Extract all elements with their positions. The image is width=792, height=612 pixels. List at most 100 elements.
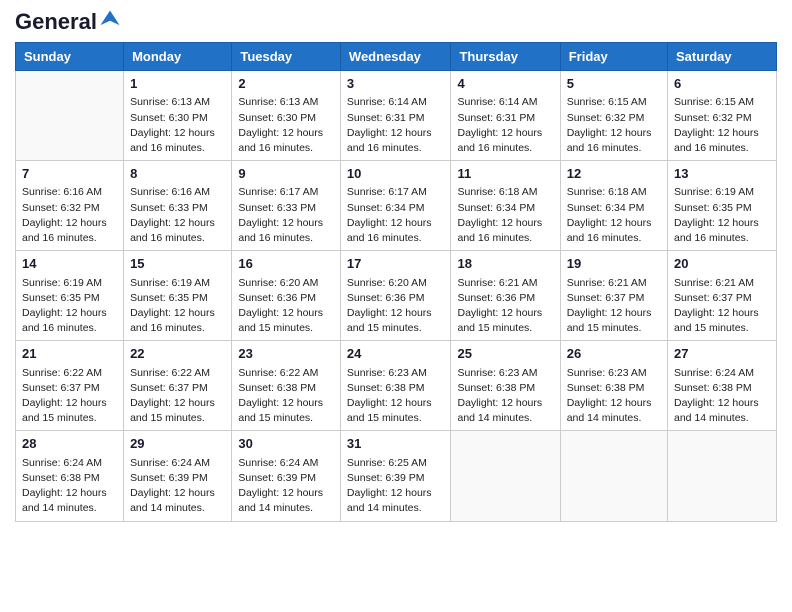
day-info: Sunrise: 6:21 AMSunset: 6:36 PMDaylight:… <box>457 276 553 337</box>
day-number: 26 <box>567 345 661 363</box>
day-info: Sunrise: 6:23 AMSunset: 6:38 PMDaylight:… <box>347 366 445 427</box>
day-number: 13 <box>674 165 770 183</box>
calendar-cell: 2 Sunrise: 6:13 AMSunset: 6:30 PMDaylight… <box>232 71 341 161</box>
day-number: 11 <box>457 165 553 183</box>
day-info: Sunrise: 6:24 AMSunset: 6:39 PMDaylight:… <box>238 456 334 517</box>
calendar-cell <box>668 431 777 521</box>
day-info: Sunrise: 6:22 AMSunset: 6:37 PMDaylight:… <box>22 366 117 427</box>
day-number: 16 <box>238 255 334 273</box>
week-row-1: 1 Sunrise: 6:13 AMSunset: 6:30 PMDaylight… <box>16 71 777 161</box>
calendar-cell: 5 Sunrise: 6:15 AMSunset: 6:32 PMDaylight… <box>560 71 667 161</box>
weekday-header-wednesday: Wednesday <box>340 43 451 71</box>
weekday-header-monday: Monday <box>124 43 232 71</box>
calendar-cell <box>16 71 124 161</box>
calendar-cell: 19 Sunrise: 6:21 AMSunset: 6:37 PMDayligh… <box>560 251 667 341</box>
week-row-5: 28 Sunrise: 6:24 AMSunset: 6:38 PMDayligh… <box>16 431 777 521</box>
calendar-cell: 18Sunrise: 6:21 AMSunset: 6:36 PMDayligh… <box>451 251 560 341</box>
day-number: 23 <box>238 345 334 363</box>
calendar-cell: 8 Sunrise: 6:16 AMSunset: 6:33 PMDaylight… <box>124 161 232 251</box>
calendar-cell: 17 Sunrise: 6:20 AMSunset: 6:36 PMDayligh… <box>340 251 451 341</box>
calendar-cell <box>560 431 667 521</box>
day-number: 14 <box>22 255 117 273</box>
calendar-cell: 10Sunrise: 6:17 AMSunset: 6:34 PMDayligh… <box>340 161 451 251</box>
day-info: Sunrise: 6:20 AMSunset: 6:36 PMDaylight:… <box>238 276 334 337</box>
day-number: 2 <box>238 75 334 93</box>
calendar-cell: 7Sunrise: 6:16 AMSunset: 6:32 PMDaylight… <box>16 161 124 251</box>
calendar-cell: 20Sunrise: 6:21 AMSunset: 6:37 PMDayligh… <box>668 251 777 341</box>
calendar-table: SundayMondayTuesdayWednesdayThursdayFrid… <box>15 42 777 521</box>
day-info: Sunrise: 6:16 AMSunset: 6:32 PMDaylight:… <box>22 185 117 246</box>
calendar-cell: 23 Sunrise: 6:22 AMSunset: 6:38 PMDayligh… <box>232 341 341 431</box>
day-info: Sunrise: 6:20 AMSunset: 6:36 PMDaylight:… <box>347 276 445 337</box>
day-info: Sunrise: 6:13 AMSunset: 6:30 PMDaylight:… <box>238 95 334 156</box>
weekday-header-sunday: Sunday <box>16 43 124 71</box>
calendar-cell: 11 Sunrise: 6:18 AMSunset: 6:34 PMDayligh… <box>451 161 560 251</box>
day-number: 17 <box>347 255 445 273</box>
calendar-cell: 4Sunrise: 6:14 AMSunset: 6:31 PMDaylight… <box>451 71 560 161</box>
day-number: 19 <box>567 255 661 273</box>
day-number: 3 <box>347 75 445 93</box>
weekday-header-tuesday: Tuesday <box>232 43 341 71</box>
day-number: 10 <box>347 165 445 183</box>
day-info: Sunrise: 6:24 AMSunset: 6:38 PMDaylight:… <box>674 366 770 427</box>
page: General SundayMondayTuesdayWednesdayThur… <box>0 0 792 612</box>
day-info: Sunrise: 6:16 AMSunset: 6:33 PMDaylight:… <box>130 185 225 246</box>
week-row-2: 7Sunrise: 6:16 AMSunset: 6:32 PMDaylight… <box>16 161 777 251</box>
week-row-4: 21 Sunrise: 6:22 AMSunset: 6:37 PMDayligh… <box>16 341 777 431</box>
day-info: Sunrise: 6:24 AMSunset: 6:39 PMDaylight:… <box>130 456 225 517</box>
day-number: 22 <box>130 345 225 363</box>
calendar-cell: 31 Sunrise: 6:25 AMSunset: 6:39 PMDayligh… <box>340 431 451 521</box>
day-info: Sunrise: 6:21 AMSunset: 6:37 PMDaylight:… <box>674 276 770 337</box>
calendar-cell: 12Sunrise: 6:18 AMSunset: 6:34 PMDayligh… <box>560 161 667 251</box>
logo: General <box>15 10 121 34</box>
logo-general: General <box>15 10 97 34</box>
day-info: Sunrise: 6:22 AMSunset: 6:37 PMDaylight:… <box>130 366 225 427</box>
calendar-cell <box>451 431 560 521</box>
day-number: 1 <box>130 75 225 93</box>
day-number: 9 <box>238 165 334 183</box>
day-info: Sunrise: 6:15 AMSunset: 6:32 PMDaylight:… <box>674 95 770 156</box>
day-info: Sunrise: 6:17 AMSunset: 6:33 PMDaylight:… <box>238 185 334 246</box>
calendar-cell: 13 Sunrise: 6:19 AMSunset: 6:35 PMDayligh… <box>668 161 777 251</box>
logo-bird-icon <box>99 9 121 31</box>
header: General <box>15 10 777 34</box>
day-info: Sunrise: 6:18 AMSunset: 6:34 PMDaylight:… <box>567 185 661 246</box>
day-number: 21 <box>22 345 117 363</box>
calendar-cell: 6 Sunrise: 6:15 AMSunset: 6:32 PMDaylight… <box>668 71 777 161</box>
calendar-cell: 27 Sunrise: 6:24 AMSunset: 6:38 PMDayligh… <box>668 341 777 431</box>
day-number: 30 <box>238 435 334 453</box>
day-info: Sunrise: 6:13 AMSunset: 6:30 PMDaylight:… <box>130 95 225 156</box>
day-info: Sunrise: 6:25 AMSunset: 6:39 PMDaylight:… <box>347 456 445 517</box>
day-number: 31 <box>347 435 445 453</box>
day-number: 15 <box>130 255 225 273</box>
weekday-header-row: SundayMondayTuesdayWednesdayThursdayFrid… <box>16 43 777 71</box>
day-info: Sunrise: 6:23 AMSunset: 6:38 PMDaylight:… <box>457 366 553 427</box>
day-info: Sunrise: 6:21 AMSunset: 6:37 PMDaylight:… <box>567 276 661 337</box>
day-number: 24 <box>347 345 445 363</box>
calendar-cell: 24 Sunrise: 6:23 AMSunset: 6:38 PMDayligh… <box>340 341 451 431</box>
day-info: Sunrise: 6:15 AMSunset: 6:32 PMDaylight:… <box>567 95 661 156</box>
day-info: Sunrise: 6:14 AMSunset: 6:31 PMDaylight:… <box>457 95 553 156</box>
day-number: 28 <box>22 435 117 453</box>
calendar-cell: 14Sunrise: 6:19 AMSunset: 6:35 PMDayligh… <box>16 251 124 341</box>
weekday-header-thursday: Thursday <box>451 43 560 71</box>
weekday-header-friday: Friday <box>560 43 667 71</box>
day-info: Sunrise: 6:18 AMSunset: 6:34 PMDaylight:… <box>457 185 553 246</box>
day-number: 25 <box>457 345 553 363</box>
day-info: Sunrise: 6:19 AMSunset: 6:35 PMDaylight:… <box>674 185 770 246</box>
calendar-cell: 26 Sunrise: 6:23 AMSunset: 6:38 PMDayligh… <box>560 341 667 431</box>
day-info: Sunrise: 6:23 AMSunset: 6:38 PMDaylight:… <box>567 366 661 427</box>
calendar-cell: 1 Sunrise: 6:13 AMSunset: 6:30 PMDaylight… <box>124 71 232 161</box>
day-number: 5 <box>567 75 661 93</box>
day-number: 6 <box>674 75 770 93</box>
day-number: 27 <box>674 345 770 363</box>
day-info: Sunrise: 6:14 AMSunset: 6:31 PMDaylight:… <box>347 95 445 156</box>
day-number: 8 <box>130 165 225 183</box>
weekday-header-saturday: Saturday <box>668 43 777 71</box>
week-row-3: 14Sunrise: 6:19 AMSunset: 6:35 PMDayligh… <box>16 251 777 341</box>
calendar-cell: 29Sunrise: 6:24 AMSunset: 6:39 PMDayligh… <box>124 431 232 521</box>
day-info: Sunrise: 6:24 AMSunset: 6:38 PMDaylight:… <box>22 456 117 517</box>
calendar-cell: 15Sunrise: 6:19 AMSunset: 6:35 PMDayligh… <box>124 251 232 341</box>
day-info: Sunrise: 6:22 AMSunset: 6:38 PMDaylight:… <box>238 366 334 427</box>
calendar-cell: 9 Sunrise: 6:17 AMSunset: 6:33 PMDaylight… <box>232 161 341 251</box>
